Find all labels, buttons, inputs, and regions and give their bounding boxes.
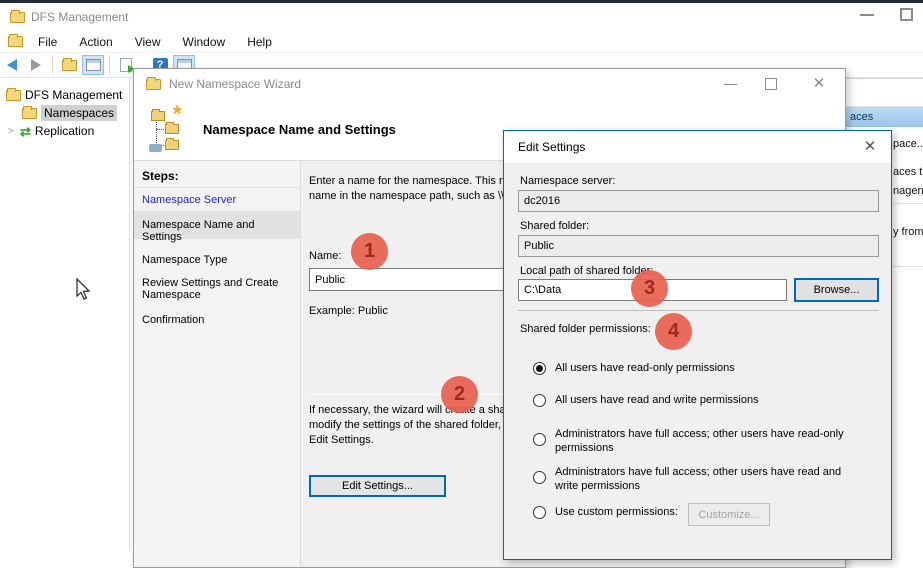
radio-admin-full-readonly[interactable]: Administrators have full access; other u… bbox=[533, 427, 867, 455]
wizard-icon bbox=[146, 79, 161, 90]
mouse-cursor bbox=[76, 278, 94, 302]
background-list-header bbox=[846, 78, 923, 107]
expander-chevron-icon[interactable]: > bbox=[8, 126, 16, 137]
customize-button[interactable]: Customize... bbox=[688, 503, 770, 526]
edit-settings-button[interactable]: Edit Settings... bbox=[309, 475, 446, 497]
main-titlebar: DFS Management bbox=[0, 3, 923, 31]
menu-bar: File Action View Window Help bbox=[0, 31, 923, 53]
note-text-line1: If necessary, the wizard will create a s… bbox=[309, 404, 509, 416]
tree-item-replication[interactable]: > ⇄ Replication bbox=[0, 122, 129, 140]
intro-text-line1: Enter a name for the namespace. This na bbox=[309, 175, 511, 187]
step-confirmation: Confirmation bbox=[142, 314, 294, 326]
console-tree-icon bbox=[86, 59, 101, 71]
radio-button-icon[interactable] bbox=[533, 471, 546, 484]
steps-divider bbox=[134, 187, 301, 188]
note-text-line3: Edit Settings. bbox=[309, 434, 374, 446]
menu-view[interactable]: View bbox=[124, 32, 172, 52]
step-namespace-server[interactable]: Namespace Server bbox=[142, 194, 294, 206]
dialog-close-icon[interactable]: ✕ bbox=[860, 138, 880, 156]
dfs-root-icon bbox=[6, 90, 21, 101]
toolbar-separator bbox=[52, 56, 53, 74]
callout-badge-4: 4 bbox=[655, 313, 692, 350]
namespace-server-field[interactable]: dc2016 bbox=[518, 190, 879, 212]
folder-up-icon bbox=[62, 60, 77, 71]
back-icon bbox=[7, 59, 17, 71]
callout-badge-3: 3 bbox=[631, 270, 668, 307]
radio-button-icon[interactable] bbox=[533, 433, 546, 446]
export-list-icon bbox=[120, 58, 132, 72]
radio-read-write[interactable]: All users have read and write permission… bbox=[533, 393, 867, 407]
toolbar-separator bbox=[109, 56, 110, 74]
actions-pane-item-fragment[interactable]: pace... bbox=[893, 138, 923, 150]
maximize-button[interactable] bbox=[900, 8, 913, 21]
steps-header: Steps: bbox=[142, 169, 179, 183]
forward-icon bbox=[31, 59, 41, 71]
background-selected-row-text: aces bbox=[850, 111, 873, 123]
example-text: Example: Public bbox=[309, 305, 388, 317]
hand-icon bbox=[149, 144, 162, 152]
shared-folder-label: Shared folder: bbox=[520, 220, 589, 232]
wizard-steps-panel: Steps: Namespace Server Namespace Name a… bbox=[134, 161, 301, 567]
console-icon bbox=[8, 36, 23, 47]
radio-button-icon[interactable] bbox=[533, 394, 546, 407]
radio-read-only[interactable]: All users have read-only permissions bbox=[533, 361, 867, 375]
namespace-server-value: dc2016 bbox=[524, 195, 560, 207]
actions-pane-item-fragment[interactable]: aces t bbox=[893, 166, 923, 178]
radio-button-icon[interactable] bbox=[533, 362, 546, 375]
tree-root-dfs-management[interactable]: DFS Management bbox=[0, 86, 129, 104]
step-review-settings: Review Settings and Create Namespace bbox=[142, 277, 294, 301]
console-tree: DFS Management Namespaces > ⇄ Replicatio… bbox=[0, 78, 130, 549]
dialog-divider bbox=[518, 310, 879, 311]
radio-admin-full-readwrite[interactable]: Administrators have full access; other u… bbox=[533, 465, 867, 493]
replication-icon: ⇄ bbox=[20, 126, 31, 137]
menu-action[interactable]: Action bbox=[68, 32, 123, 52]
wizard-page-title: Namespace Name and Settings bbox=[203, 122, 396, 137]
actions-pane-divider bbox=[893, 203, 923, 204]
wizard-close-button[interactable]: ✕ bbox=[810, 75, 828, 93]
callout-badge-1: 1 bbox=[351, 233, 388, 270]
wizard-titlebar: New Namespace Wizard bbox=[134, 69, 845, 99]
up-folder-button[interactable] bbox=[58, 55, 80, 75]
minimize-button[interactable] bbox=[860, 14, 874, 16]
background-selected-row: aces bbox=[846, 107, 923, 127]
menu-window[interactable]: Window bbox=[172, 32, 237, 52]
wizard-minimize-button[interactable] bbox=[724, 84, 737, 85]
namespace-wizard-graphic-icon: * bbox=[149, 107, 195, 153]
permissions-label: Shared folder permissions: bbox=[520, 323, 651, 335]
shared-folder-value: Public bbox=[524, 240, 554, 252]
intro-text-line2: name in the namespace path, such as \\ bbox=[309, 190, 504, 202]
show-console-tree-button[interactable] bbox=[82, 55, 104, 75]
namespaces-icon bbox=[22, 108, 37, 119]
actions-pane-divider bbox=[893, 266, 923, 267]
tree-item-namespaces[interactable]: Namespaces bbox=[0, 104, 129, 122]
back-button[interactable] bbox=[1, 55, 23, 75]
step-namespace-type: Namespace Type bbox=[142, 254, 294, 266]
edit-settings-dialog: Edit Settings ✕ Namespace server: dc2016… bbox=[503, 130, 892, 560]
actions-pane-item-fragment[interactable]: y from bbox=[893, 226, 923, 238]
forward-button[interactable] bbox=[25, 55, 47, 75]
name-label: Name: bbox=[309, 250, 341, 262]
dialog-title: Edit Settings bbox=[518, 140, 585, 154]
wizard-title: New Namespace Wizard bbox=[169, 77, 301, 91]
note-text-line2: modify the settings of the shared folder… bbox=[309, 419, 516, 431]
namespace-server-label: Namespace server: bbox=[520, 175, 615, 187]
shared-folder-field[interactable]: Public bbox=[518, 235, 879, 257]
callout-badge-2: 2 bbox=[441, 376, 478, 413]
browse-button[interactable]: Browse... bbox=[794, 278, 879, 302]
menu-file[interactable]: File bbox=[27, 32, 68, 52]
wizard-maximize-button[interactable] bbox=[765, 78, 777, 90]
menu-help[interactable]: Help bbox=[236, 32, 283, 52]
step-namespace-name-and-settings: Namespace Name and Settings bbox=[142, 219, 294, 243]
radio-button-icon[interactable] bbox=[533, 506, 546, 519]
actions-pane-item-fragment[interactable]: nagen bbox=[893, 185, 923, 197]
window-title: DFS Management bbox=[31, 10, 128, 24]
local-path-label: Local path of shared folder: bbox=[520, 265, 653, 277]
new-star-icon: * bbox=[173, 101, 182, 127]
app-icon bbox=[10, 12, 25, 23]
